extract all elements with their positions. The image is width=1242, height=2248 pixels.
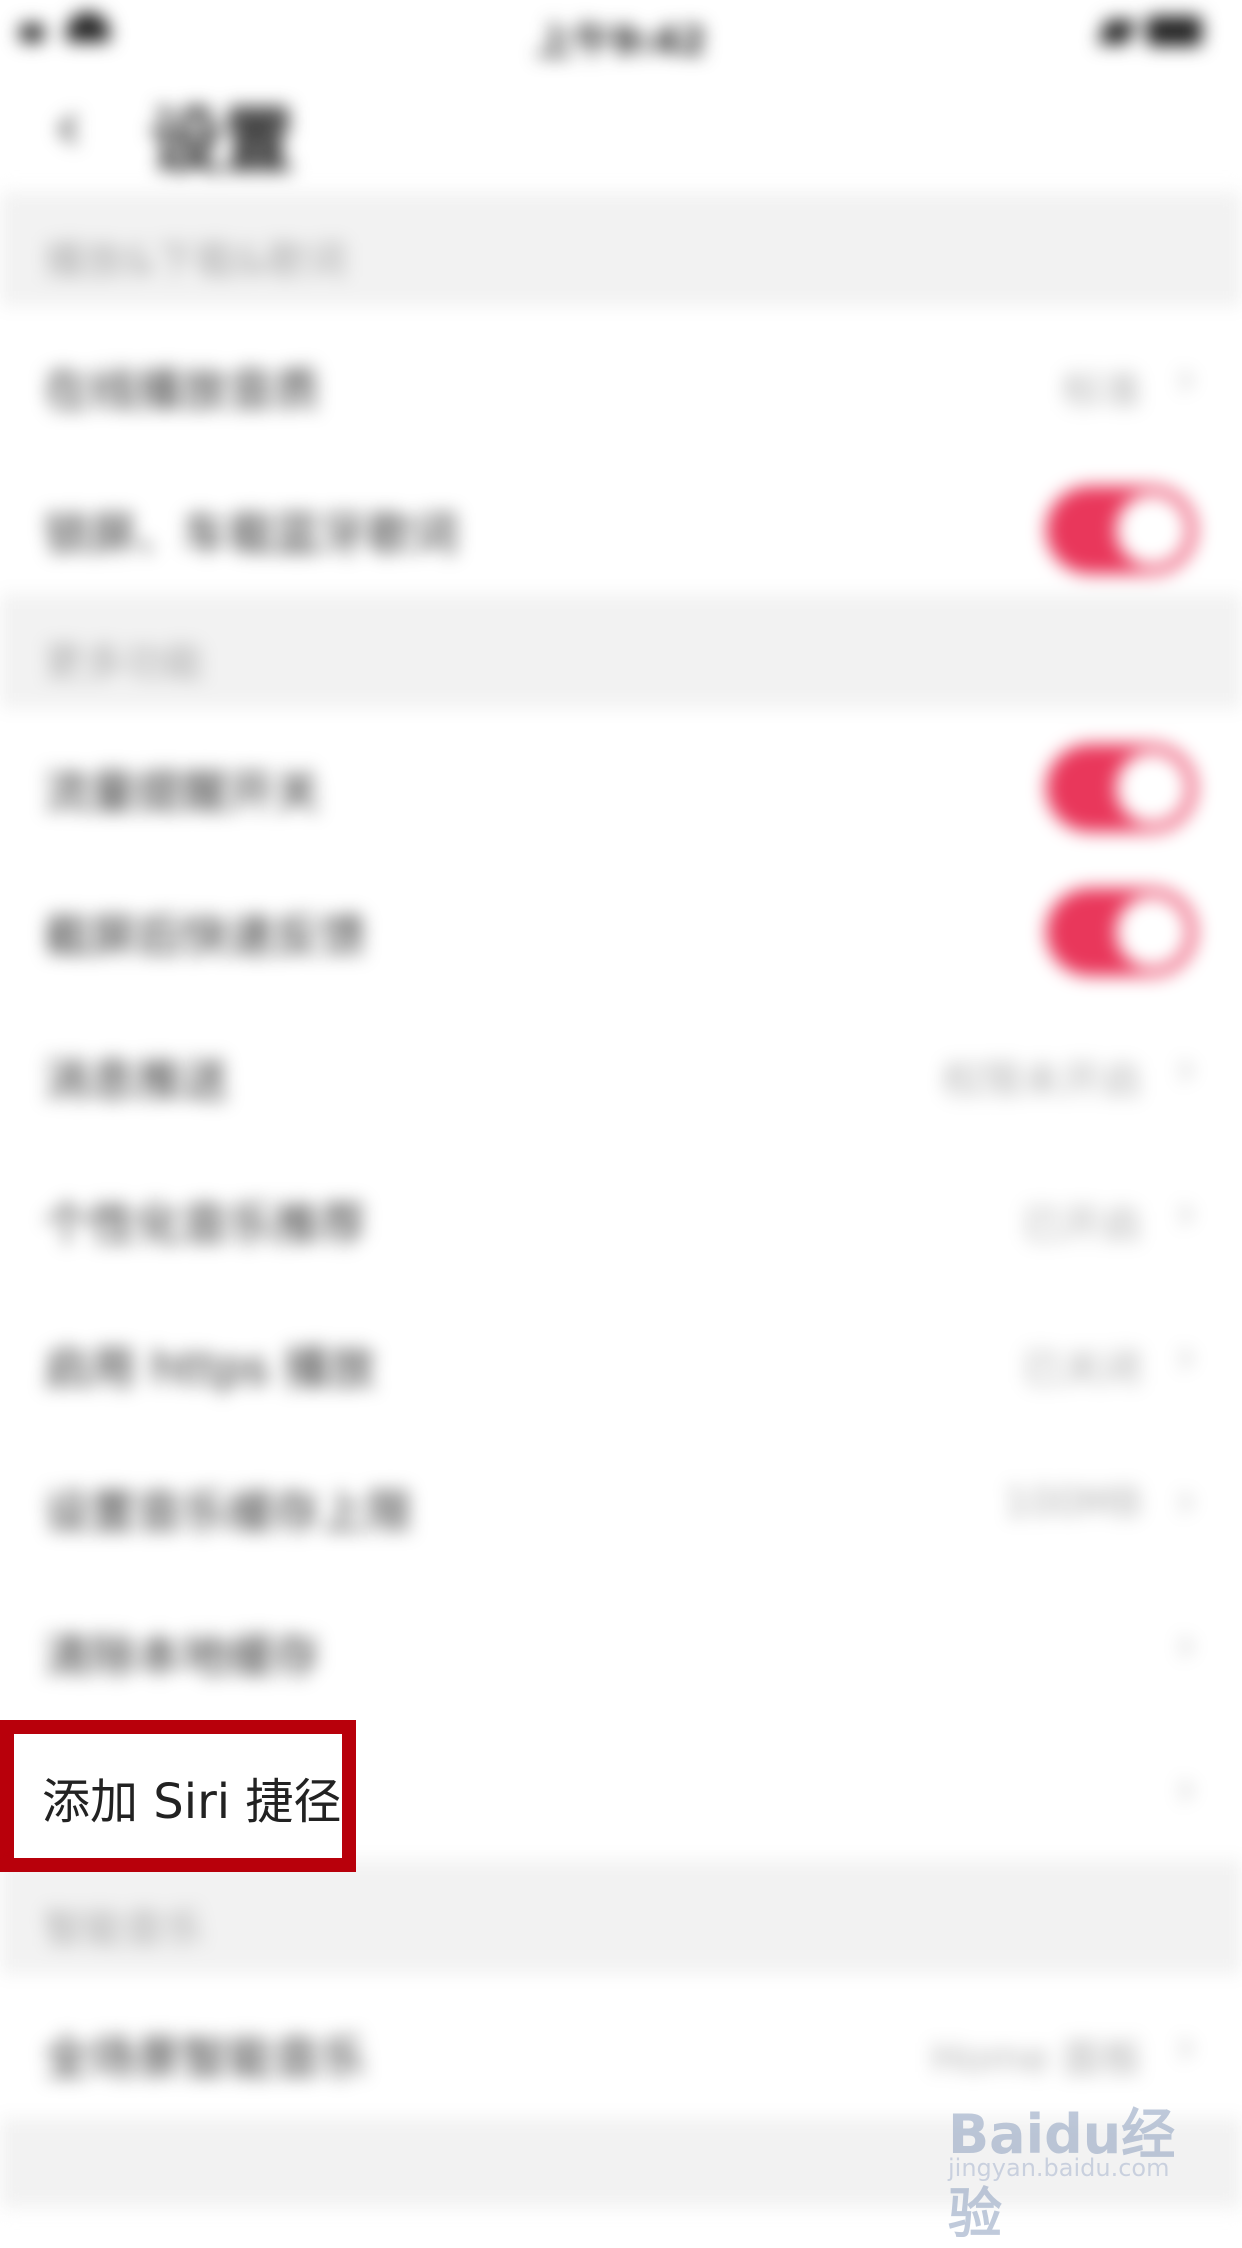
chevron-right-icon: › — [1176, 1615, 1196, 1673]
section-header-label: 智能音乐 — [44, 1906, 204, 1952]
section-header-label: 播放&下载&歌词 — [44, 238, 347, 284]
battery-icon — [1146, 16, 1202, 46]
row-value: 100MB — [1003, 1480, 1142, 1526]
row-label: 锁屏、车载蓝牙歌词 — [44, 507, 458, 561]
setting-row-https[interactable]: 启用 https 播放 已关闭 › — [0, 1284, 1242, 1428]
status-bar: 上午9:42 — [0, 0, 1242, 63]
chevron-right-icon: › — [1176, 1327, 1196, 1385]
chevron-right-icon: › — [1176, 1471, 1196, 1529]
chevron-right-icon: › — [1176, 1183, 1196, 1241]
row-label: 流量提醒开关 — [44, 765, 320, 819]
row-label: 截屏后快速反馈 — [44, 909, 366, 963]
watermark-url: jingyan.baidu.com — [948, 2154, 1170, 2182]
setting-row-lockscreen-lyrics: 锁屏、车载蓝牙歌词 — [0, 450, 1242, 594]
chevron-right-icon: › — [1176, 2017, 1196, 2075]
row-label: 清除本地缓存 — [44, 1629, 320, 1683]
nav-bar: ‹ 设置 — [0, 62, 1242, 192]
chevron-right-icon: › — [1176, 349, 1196, 407]
section-header-smart: 智能音乐 — [0, 1860, 1242, 1974]
row-label: 启用 https 播放 — [44, 1341, 376, 1395]
setting-row-push[interactable]: 消息推送 权限未开启 › — [0, 996, 1242, 1140]
setting-row-cache-limit[interactable]: 设置音乐缓存上限 100MB › — [0, 1428, 1242, 1572]
chevron-right-icon: › — [1176, 1039, 1196, 1097]
row-label: 个性化音乐推荐 — [44, 1197, 366, 1251]
row-label: 全场景智能音乐 — [44, 2031, 366, 2085]
setting-row-traffic-reminder: 流量提醒开关 — [0, 708, 1242, 852]
siri-shortcut-highlight[interactable]: 添加 Siri 捷径 — [0, 1720, 356, 1872]
row-label: 在线播放音质 — [44, 363, 320, 417]
row-label: 设置音乐缓存上限 — [44, 1485, 412, 1539]
setting-row-personalized[interactable]: 个性化音乐推荐 已开启 › — [0, 1140, 1242, 1284]
blurred-settings-background: 上午9:42 ‹ 设置 播放&下载&歌词 在线播放音质 标准 › 锁屏、车载蓝牙… — [0, 0, 1242, 2208]
row-value: 权限未开启 — [942, 1058, 1142, 1104]
chevron-left-icon[interactable]: ‹ — [54, 91, 90, 161]
row-value: 已关闭 — [1022, 1346, 1142, 1392]
section-header-more: 更多功能 — [0, 594, 1242, 708]
row-label: 消息推送 — [44, 1053, 228, 1107]
traffic-reminder-toggle[interactable] — [1046, 744, 1196, 832]
section-header-playback: 播放&下载&歌词 — [0, 192, 1242, 306]
page-title: 设置 — [150, 99, 295, 183]
baidu-watermark: Baidu经验 jingyan.baidu.com — [948, 2090, 1188, 2245]
setting-row-online-quality[interactable]: 在线播放音质 标准 › — [0, 306, 1242, 450]
row-value: Home 面板 — [931, 2036, 1142, 2082]
row-value: 已开启 — [1022, 1202, 1142, 1248]
section-header-label: 更多功能 — [44, 640, 204, 686]
location-icon — [1097, 20, 1137, 44]
setting-row-screenshot-feedback: 截屏后快速反馈 — [0, 852, 1242, 996]
chevron-right-icon: › — [1176, 1759, 1196, 1817]
battery-area — [1097, 14, 1212, 48]
screenshot-feedback-toggle[interactable] — [1046, 888, 1196, 976]
status-time: 上午9:42 — [535, 19, 707, 63]
lockscreen-lyrics-toggle[interactable] — [1046, 486, 1196, 574]
row-value: 标准 — [1062, 368, 1142, 414]
setting-row-clear-cache[interactable]: 清除本地缓存 › — [0, 1572, 1242, 1716]
siri-shortcut-label: 添加 Siri 捷径 — [42, 1774, 342, 1830]
